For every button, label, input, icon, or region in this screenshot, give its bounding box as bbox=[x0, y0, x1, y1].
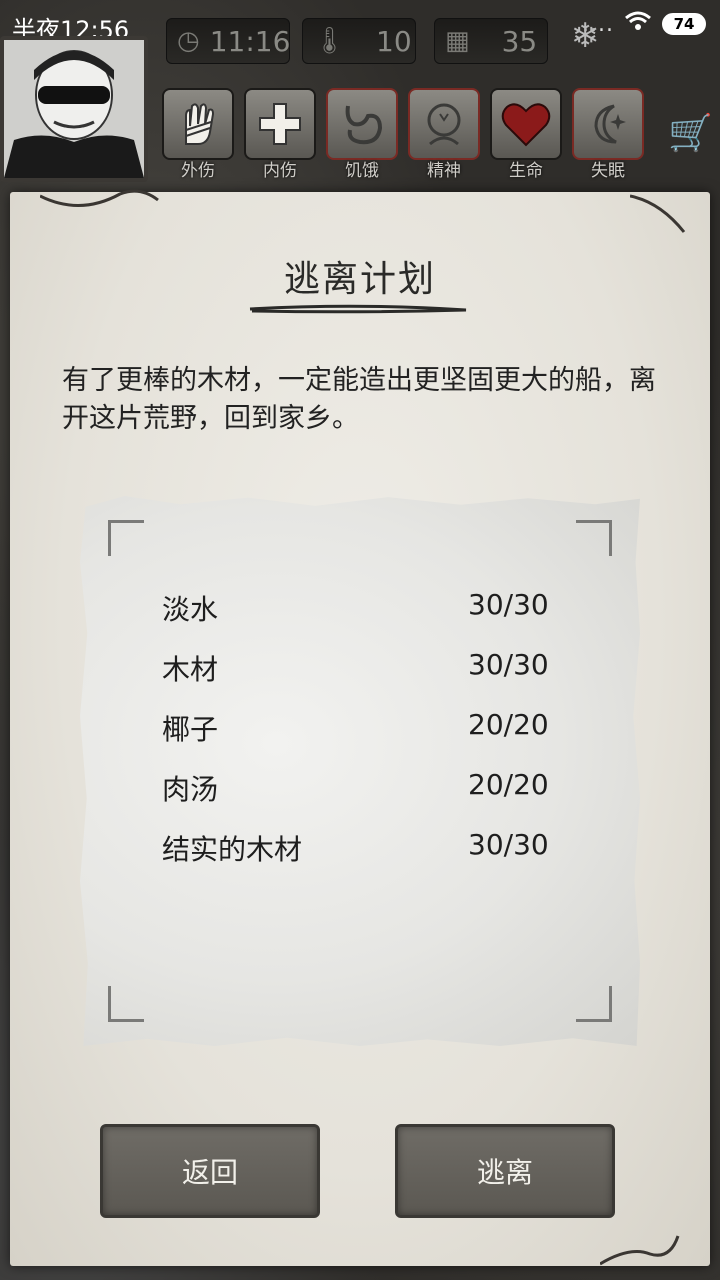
requirement-name: 肉汤 bbox=[162, 773, 219, 806]
requirement-row: 结实的木材 30/30 bbox=[162, 828, 562, 868]
corner-ornament bbox=[576, 520, 612, 556]
requirement-name: 结实的木材 bbox=[162, 833, 303, 866]
corner-ornament bbox=[108, 520, 144, 556]
battery-icon: 74 bbox=[662, 13, 706, 35]
vine-decoration bbox=[600, 1235, 680, 1266]
vine-decoration bbox=[40, 189, 159, 207]
heart-icon bbox=[501, 103, 551, 147]
escape-button[interactable]: 逃离 bbox=[395, 1124, 615, 1218]
condition-internal-injury[interactable]: 内伤 bbox=[244, 88, 316, 181]
requirement-name: 淡水 bbox=[162, 593, 219, 626]
snowflake-icon: ❄ bbox=[570, 16, 600, 56]
bandaged-hand-icon bbox=[185, 103, 215, 145]
requirements-note: 淡水 30/30 木材 30/30 椰子 20/20 肉汤 20/20 结实的木… bbox=[80, 496, 640, 1046]
requirement-name: 木材 bbox=[162, 653, 219, 686]
clock-stat: ◷ 11:16 bbox=[166, 18, 290, 64]
condition-label: 饥饿 bbox=[345, 161, 379, 181]
vine-decoration bbox=[630, 194, 686, 233]
condition-insomnia[interactable]: 失眠 bbox=[572, 88, 644, 181]
calendar-icon: ▦ bbox=[445, 26, 470, 56]
wifi-icon bbox=[624, 10, 652, 38]
corner-ornament bbox=[576, 986, 612, 1022]
escape-plan-dialog: 逃离计划 有了更棒的木材，一定能造出更坚固更大的船，离开这片荒野，回到家乡。 淡… bbox=[10, 189, 710, 1266]
clock-value: 11:16 bbox=[209, 24, 291, 58]
day-stat: ▦ 35 bbox=[434, 18, 548, 64]
requirement-row: 木材 30/30 bbox=[162, 648, 562, 688]
requirement-value: 20/20 bbox=[468, 708, 549, 741]
temperature-value: 10 bbox=[376, 24, 412, 58]
corner-ornament bbox=[108, 986, 144, 1022]
temperature-stat: 🌡 10 bbox=[302, 18, 416, 64]
requirement-row: 椰子 20/20 bbox=[162, 708, 562, 748]
condition-label: 精神 bbox=[427, 161, 461, 181]
requirement-value: 20/20 bbox=[468, 768, 549, 801]
condition-external-injury[interactable]: 外伤 bbox=[162, 88, 234, 181]
clock-icon: ◷ bbox=[177, 26, 200, 56]
moon-star-icon bbox=[594, 104, 626, 144]
player-avatar[interactable] bbox=[0, 36, 148, 182]
head-icon bbox=[427, 103, 461, 146]
back-button[interactable]: 返回 bbox=[100, 1124, 320, 1218]
condition-label: 内伤 bbox=[263, 161, 297, 181]
title-underline bbox=[249, 304, 467, 314]
requirement-row: 淡水 30/30 bbox=[162, 588, 562, 628]
dialog-description: 有了更棒的木材，一定能造出更坚固更大的船，离开这片荒野，回到家乡。 bbox=[62, 365, 656, 434]
dialog-title: 逃离计划 bbox=[283, 259, 436, 300]
conditions-row: 外伤 内伤 饥饿 精神 生命 失眠 bbox=[162, 88, 644, 181]
requirement-value: 30/30 bbox=[468, 648, 549, 681]
shopping-cart-icon[interactable]: 🛒 bbox=[668, 112, 713, 154]
thermometer-icon: 🌡 bbox=[313, 26, 347, 56]
requirement-value: 30/30 bbox=[468, 828, 549, 861]
stomach-icon bbox=[345, 105, 383, 145]
condition-spirit[interactable]: 精神 bbox=[408, 88, 480, 181]
day-value: 35 bbox=[501, 24, 538, 58]
condition-label: 外伤 bbox=[181, 161, 215, 181]
cross-icon bbox=[259, 103, 301, 145]
condition-health[interactable]: 生命 bbox=[490, 88, 562, 181]
requirement-row: 肉汤 20/20 bbox=[162, 768, 562, 808]
requirement-value: 30/30 bbox=[468, 588, 549, 621]
condition-hunger[interactable]: 饥饿 bbox=[326, 88, 398, 181]
requirement-name: 椰子 bbox=[162, 713, 219, 746]
condition-label: 失眠 bbox=[591, 161, 625, 181]
condition-label: 生命 bbox=[509, 161, 543, 181]
